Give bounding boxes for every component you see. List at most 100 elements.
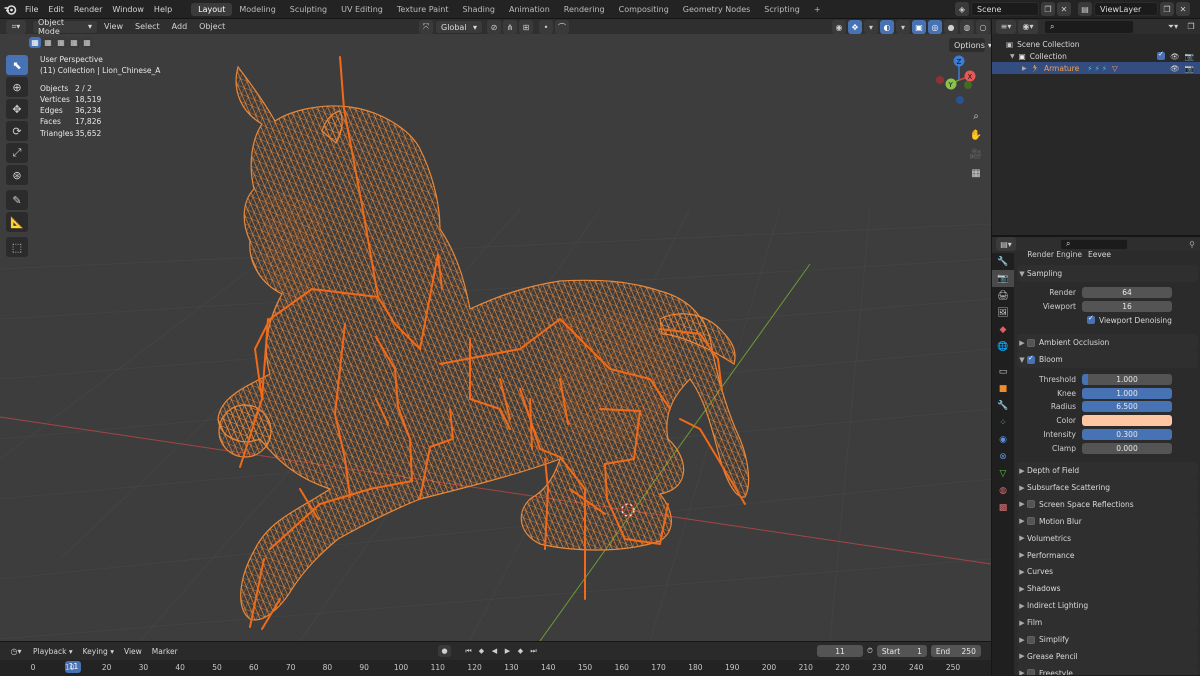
render-tab-icon[interactable]: 📷 bbox=[992, 270, 1014, 287]
select-box-tool-icon[interactable]: ⬉ bbox=[6, 55, 28, 75]
tool-tab-icon[interactable]: 🔧 bbox=[992, 253, 1014, 270]
ambient-occlusion-checkbox[interactable] bbox=[1027, 338, 1035, 347]
world-tab-icon[interactable]: 🌐 bbox=[992, 338, 1014, 355]
gizmo-dropdown-icon[interactable]: ▾ bbox=[864, 20, 878, 34]
prev-keyframe-icon[interactable]: ◆ bbox=[476, 646, 487, 657]
camera-view-icon[interactable]: 🎥 bbox=[967, 145, 985, 163]
shading-wireframe-icon[interactable]: ◎ bbox=[928, 20, 942, 34]
menu-select[interactable]: Select bbox=[129, 22, 166, 31]
falloff-icon[interactable]: ⌒ bbox=[555, 20, 569, 34]
select-invert-icon[interactable]: ▦ bbox=[68, 37, 80, 48]
menu-render[interactable]: Render bbox=[69, 5, 107, 14]
panel-checkbox[interactable] bbox=[1027, 517, 1035, 526]
shading-solid-icon[interactable]: ● bbox=[944, 20, 958, 34]
options-button[interactable]: Options ▾ bbox=[949, 38, 991, 52]
panel-screen-space-reflections[interactable]: ▶ Screen Space Reflections bbox=[1017, 495, 1198, 513]
select-subtract-icon[interactable]: ▦ bbox=[55, 37, 67, 48]
intensity-slider[interactable]: 0.300 bbox=[1082, 428, 1172, 440]
menu-marker[interactable]: Marker bbox=[147, 647, 183, 656]
xray-toggle-icon[interactable]: ▣ bbox=[912, 20, 926, 34]
rotate-tool-icon[interactable]: ⟳ bbox=[6, 121, 28, 141]
orientation-dropdown[interactable]: Global ▾ bbox=[435, 20, 483, 34]
radius-slider[interactable]: 6.500 bbox=[1082, 401, 1172, 413]
panel-ambient-occlusion[interactable]: ▶ Ambient Occlusion bbox=[1017, 334, 1198, 352]
tab-geometry-nodes[interactable]: Geometry Nodes bbox=[676, 3, 757, 16]
exclude-checkbox[interactable] bbox=[1157, 50, 1166, 60]
output-tab-icon[interactable]: 🖨 bbox=[992, 287, 1014, 304]
add-cube-tool-icon[interactable]: ⬚ bbox=[6, 237, 28, 257]
viewport-denoising-checkbox[interactable] bbox=[1087, 314, 1095, 325]
clamp-slider[interactable]: 0.000 bbox=[1082, 442, 1172, 454]
panel-depth-of-field[interactable]: ▶ Depth of Field bbox=[1017, 462, 1198, 480]
select-extend-icon[interactable]: ▦ bbox=[42, 37, 54, 48]
bloom-color-swatch[interactable] bbox=[1082, 415, 1172, 427]
panel-motion-blur[interactable]: ▶ Motion Blur bbox=[1017, 512, 1198, 530]
transform-tool-icon[interactable]: ⊛ bbox=[6, 165, 28, 185]
play-icon[interactable]: ▶ bbox=[502, 646, 513, 657]
render-engine-row[interactable]: Render Engine Eevee bbox=[1016, 251, 1199, 259]
panel-bloom[interactable]: ▼ Bloom bbox=[1017, 351, 1198, 369]
delete-view-layer-icon[interactable]: ✕ bbox=[1176, 2, 1190, 16]
sampling-viewport-field[interactable]: 16 bbox=[1082, 301, 1172, 313]
tab-uv-editing[interactable]: UV Editing bbox=[334, 3, 390, 16]
panel-performance[interactable]: ▶ Performance bbox=[1017, 546, 1198, 564]
camera-icon[interactable]: 📷 bbox=[1185, 52, 1194, 61]
collection-tab-icon[interactable]: ▭ bbox=[992, 363, 1014, 380]
timeline-ruler[interactable]: 11 0 10 20 30 40 50 60 70 80 90 100 110 120 130 140 150… bbox=[0, 660, 991, 676]
menu-window[interactable]: Window bbox=[107, 5, 149, 14]
visibility-icon[interactable]: ◉ bbox=[832, 20, 846, 34]
camera-icon[interactable]: 📷 bbox=[1185, 64, 1194, 73]
jump-start-icon[interactable]: ⏮ bbox=[463, 646, 474, 657]
modifier-tab-icon[interactable]: 🔧 bbox=[992, 397, 1014, 414]
stopwatch-icon[interactable]: ⏱ bbox=[867, 646, 873, 656]
scale-tool-icon[interactable]: ⤢ bbox=[6, 143, 28, 163]
threshold-slider[interactable]: 1.000 bbox=[1082, 373, 1172, 385]
panel-indirect-lighting[interactable]: ▶ Indirect Lighting bbox=[1017, 597, 1198, 615]
new-collection-icon[interactable]: ❐ bbox=[1184, 20, 1198, 34]
pivot-icon[interactable]: ⊘ bbox=[487, 20, 501, 34]
tab-sculpting[interactable]: Sculpting bbox=[283, 3, 334, 16]
mode-dropdown[interactable]: Object Mode ▾ bbox=[32, 19, 98, 36]
snap-icon[interactable]: ⋔ bbox=[503, 20, 517, 34]
panel-checkbox[interactable] bbox=[1027, 669, 1035, 675]
panel-subsurface-scattering[interactable]: ▶ Subsurface Scattering bbox=[1017, 479, 1198, 496]
filter-icon[interactable]: ⏷▾ bbox=[1164, 20, 1182, 34]
panel-checkbox[interactable] bbox=[1027, 635, 1035, 644]
annotate-tool-icon[interactable]: ✎ bbox=[6, 190, 28, 210]
3d-viewport[interactable]: Z Y X ⌗▾ Object Mode ▾ View Select Add Ob… bbox=[0, 19, 991, 641]
constraints-tab-icon[interactable]: ⊗ bbox=[992, 448, 1014, 465]
view-layer-field[interactable]: ViewLayer bbox=[1094, 2, 1158, 16]
particles-tab-icon[interactable]: ⁘ bbox=[992, 414, 1014, 431]
lion-mesh-wireframe[interactable] bbox=[217, 65, 750, 621]
end-frame-field[interactable]: End 250 bbox=[930, 645, 981, 657]
eye-icon[interactable]: 👁 bbox=[1170, 64, 1180, 73]
data-tab-icon[interactable]: ▽ bbox=[992, 465, 1014, 482]
panel-shadows[interactable]: ▶ Shadows bbox=[1017, 580, 1198, 598]
sampling-render-field[interactable]: 64 bbox=[1082, 287, 1172, 299]
menu-file[interactable]: File bbox=[20, 5, 43, 14]
pan-hand-icon[interactable]: ✋ bbox=[967, 126, 985, 144]
view-layer-icon[interactable]: ▤ bbox=[1078, 2, 1092, 16]
select-new-icon[interactable]: ▦ bbox=[29, 37, 41, 48]
menu-view[interactable]: View bbox=[98, 22, 129, 31]
panel-film[interactable]: ▶ Film bbox=[1017, 614, 1198, 632]
blender-logo-icon[interactable] bbox=[0, 0, 20, 19]
texture-tab-icon[interactable]: ▩ bbox=[992, 499, 1014, 516]
physics-tab-icon[interactable]: ◉ bbox=[992, 431, 1014, 448]
overlays-toggle-icon[interactable]: ◐ bbox=[880, 20, 894, 34]
scene-field[interactable]: Scene bbox=[971, 2, 1039, 16]
outliner-armature[interactable]: ▶ 🏃 Armature ⚡⚡⚡ ▽ 👁 📷 bbox=[992, 62, 1200, 74]
menu-add[interactable]: Add bbox=[166, 22, 194, 31]
cursor-tool-icon[interactable]: ⊕ bbox=[6, 77, 28, 97]
tab-rendering[interactable]: Rendering bbox=[557, 3, 612, 16]
tab-compositing[interactable]: Compositing bbox=[612, 3, 676, 16]
panel-freestyle[interactable]: ▶ Freestyle bbox=[1017, 664, 1198, 675]
menu-object[interactable]: Object bbox=[193, 22, 231, 31]
viewport-denoising-row[interactable]: Viewport Denoising bbox=[1016, 314, 1199, 328]
start-frame-field[interactable]: Start 1 bbox=[876, 645, 927, 657]
expand-right-icon[interactable]: ▶ bbox=[1022, 65, 1027, 72]
jump-end-icon[interactable]: ⏭ bbox=[528, 646, 539, 657]
gizmo-toggle-icon[interactable]: ✥ bbox=[848, 20, 862, 34]
overlays-dropdown-icon[interactable]: ▾ bbox=[896, 20, 910, 34]
tab-layout[interactable]: Layout bbox=[191, 2, 233, 16]
